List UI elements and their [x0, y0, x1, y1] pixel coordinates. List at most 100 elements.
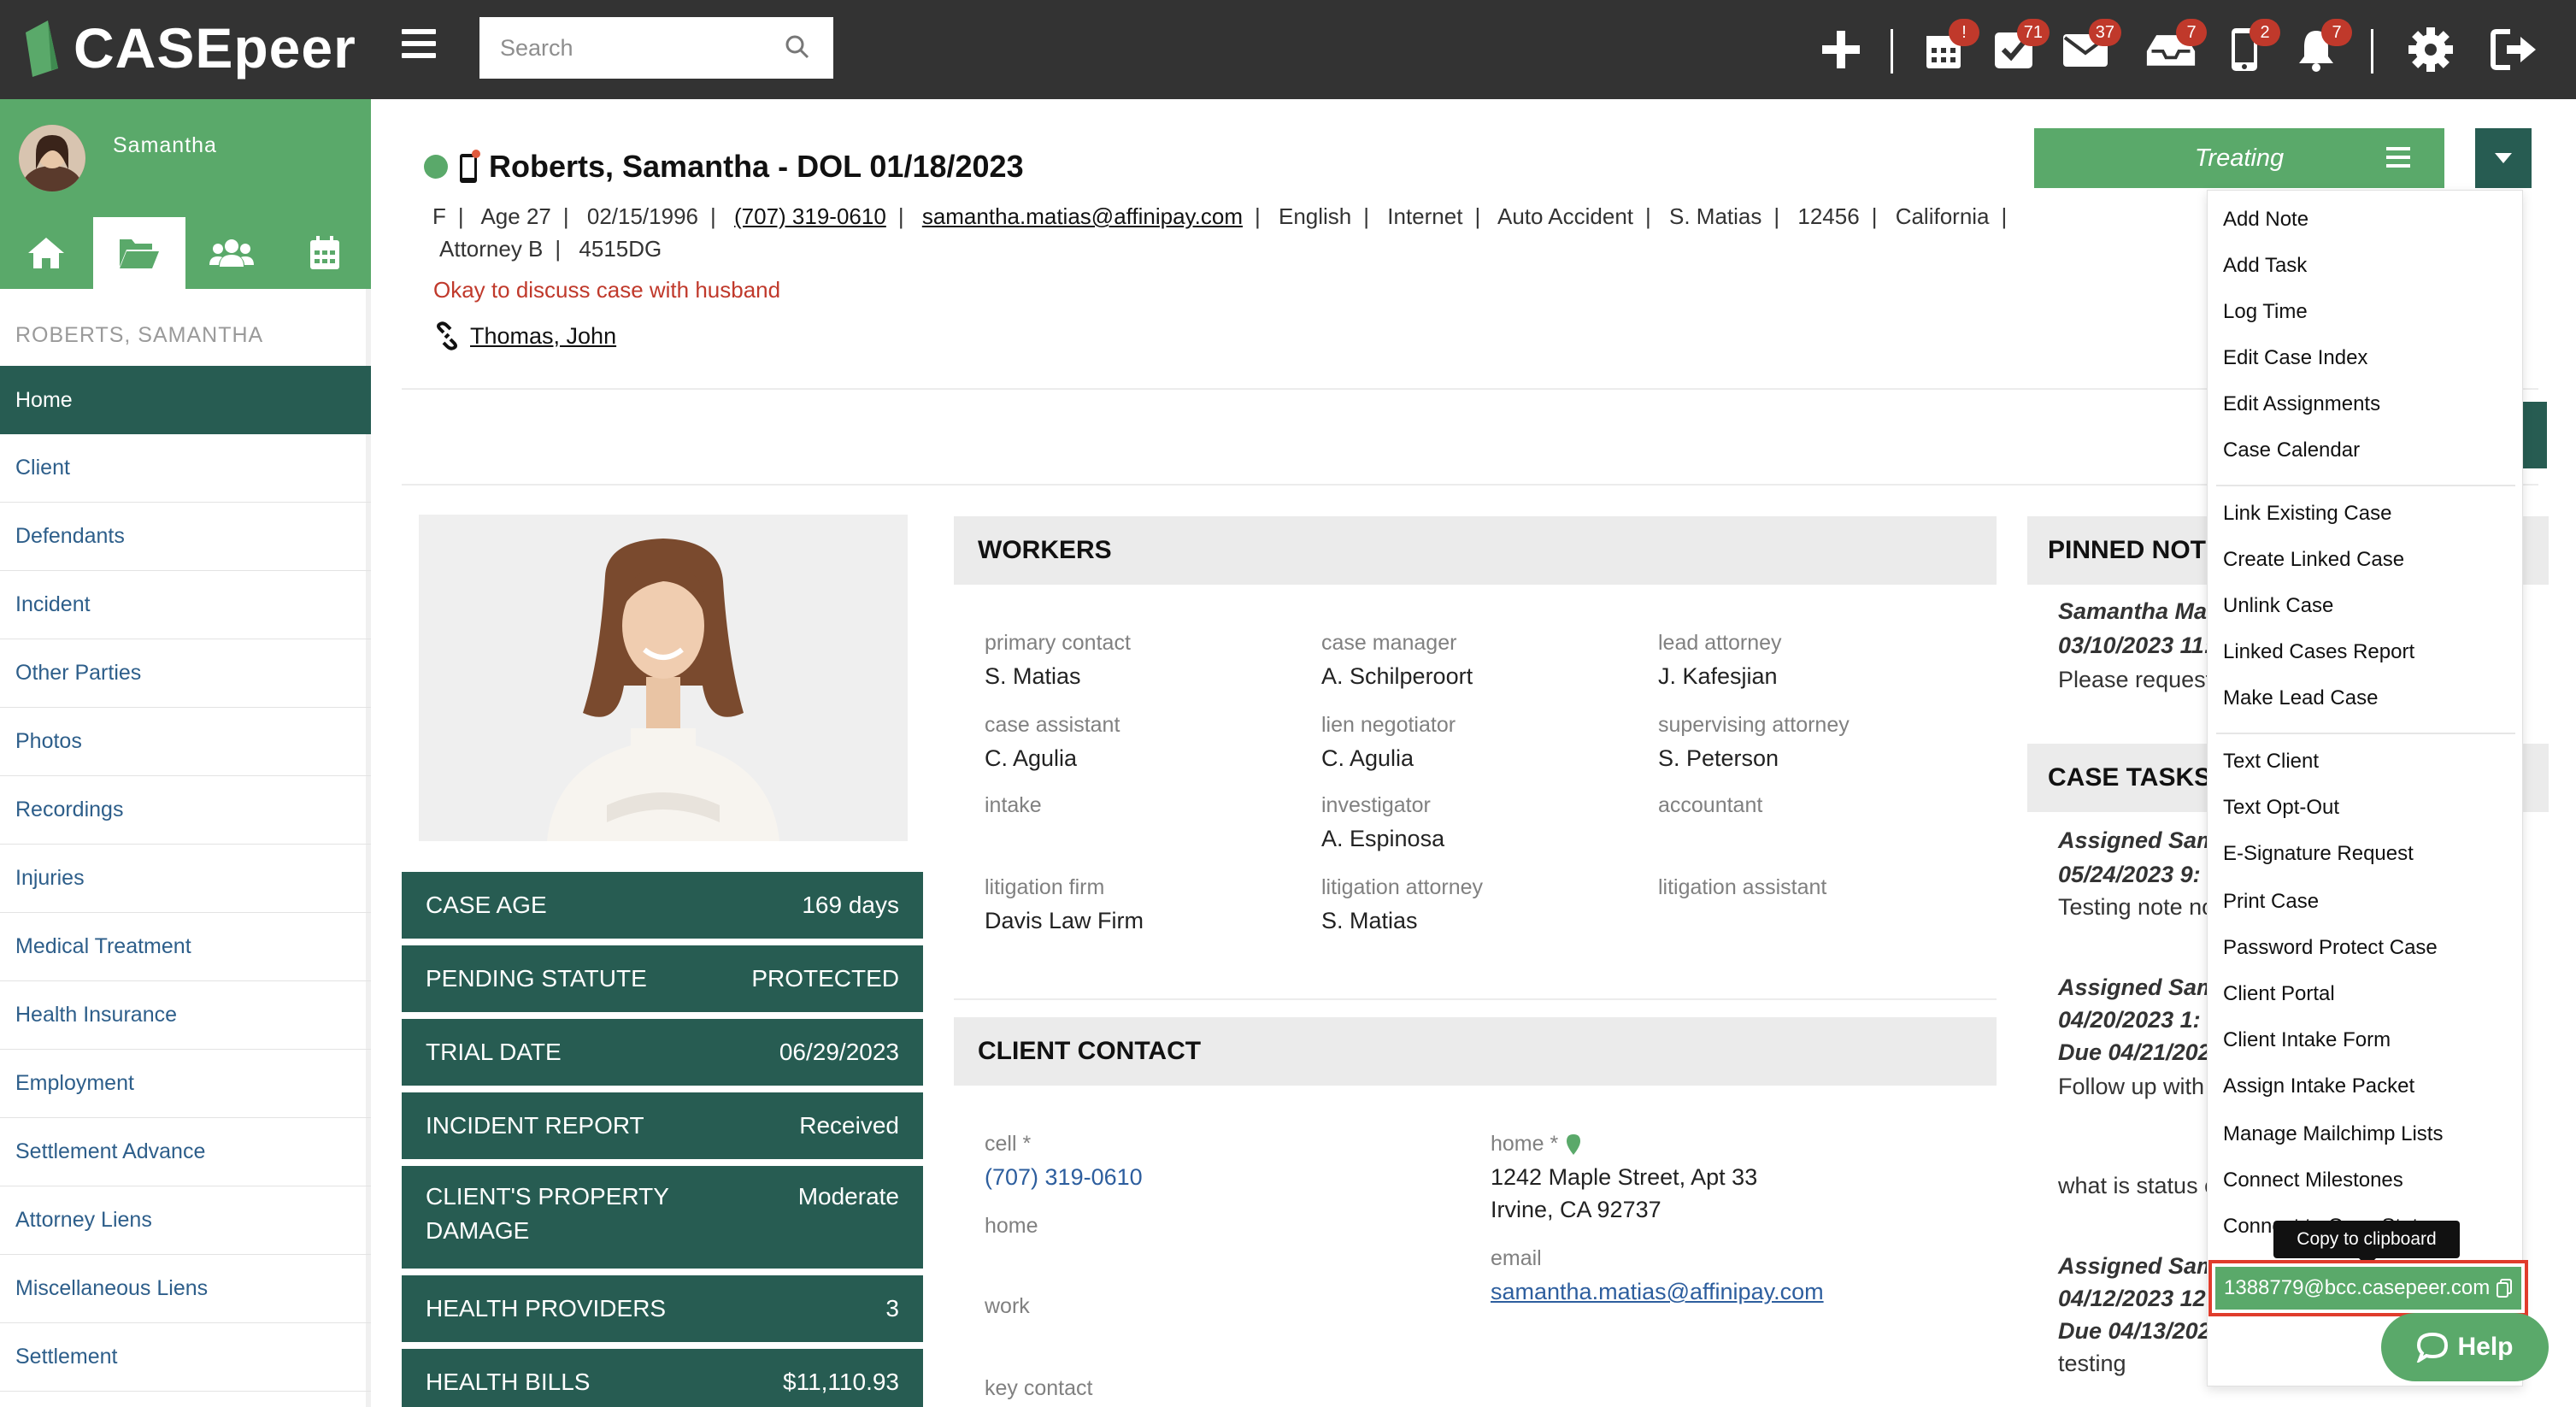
address-line-1: 1242 Maple Street, Apt 33: [1491, 1164, 1758, 1190]
collapsed-button[interactable]: [2521, 402, 2547, 468]
field-value: S. Matias: [1321, 908, 1418, 933]
menu-item-assign-intake-packet[interactable]: Assign Intake Packet: [2223, 1074, 2414, 1098]
case-email-address: 1388779@bcc.casepeer.com: [2224, 1276, 2491, 1299]
map-pin-icon[interactable]: [1565, 1133, 1582, 1157]
sidebar-item-employment[interactable]: Employment: [0, 1050, 371, 1118]
actions-dropdown-toggle[interactable]: [2475, 128, 2532, 188]
home-address-label-row: home *: [1491, 1132, 1582, 1157]
menu-item-print-case[interactable]: Print Case: [2223, 890, 2319, 914]
inbox-icon[interactable]: 7: [2145, 19, 2207, 75]
task-text: Follow up with: [2058, 1074, 2205, 1099]
field-label: litigation firm: [985, 875, 1105, 899]
help-label: Help: [2457, 1333, 2514, 1361]
case-title-row: Roberts, Samantha - DOL 01/18/2023: [424, 149, 1024, 185]
phone-link[interactable]: (707) 319-0610: [734, 203, 886, 229]
sidebar-item-health-insurance[interactable]: Health Insurance: [0, 981, 371, 1050]
case-email-box[interactable]: 1388779@bcc.casepeer.com: [2215, 1267, 2521, 1310]
caret-down-icon: [2495, 153, 2512, 163]
stat-label: INCIDENT REPORT: [426, 1112, 644, 1139]
text-messages-icon[interactable]: 2: [2219, 19, 2280, 75]
language: English: [1278, 203, 1352, 229]
menu-item-create-linked-case[interactable]: Create Linked Case: [2223, 548, 2404, 572]
logo-text: CASEpeer: [74, 16, 356, 79]
menu-item-e-signature-request[interactable]: E-Signature Request: [2223, 842, 2414, 866]
sidebar-item-other-parties[interactable]: Other Parties: [0, 639, 371, 708]
gear-icon[interactable]: [2405, 24, 2456, 75]
toolbar-divider: [1891, 29, 1893, 74]
menu-item-edit-case-index[interactable]: Edit Case Index: [2223, 346, 2367, 370]
sidebar-item-recordings[interactable]: Recordings: [0, 776, 371, 845]
menu-item-connect-milestones[interactable]: Connect Milestones: [2223, 1169, 2403, 1192]
sidebar-item-photos[interactable]: Photos: [0, 708, 371, 776]
menu-item-link-existing-case[interactable]: Link Existing Case: [2223, 502, 2391, 526]
sidebar-item-settlement-advance[interactable]: Settlement Advance: [0, 1118, 371, 1186]
avatar[interactable]: [19, 125, 85, 191]
sidebar-item-medical-treatment[interactable]: Medical Treatment: [0, 913, 371, 981]
field-label: key contact: [985, 1376, 1093, 1400]
search-input[interactable]: [479, 17, 833, 79]
menu-item-manage-mailchimp-lists[interactable]: Manage Mailchimp Lists: [2223, 1122, 2443, 1146]
menu-item-password-protect-case[interactable]: Password Protect Case: [2223, 936, 2438, 960]
email-link[interactable]: samantha.matias@affinipay.com: [922, 203, 1243, 229]
sidebar-item-home[interactable]: Home: [0, 366, 371, 434]
menu-toggle-icon[interactable]: [402, 29, 436, 63]
chat-bubble-icon: [2417, 1332, 2449, 1363]
menu-item-add-note[interactable]: Add Note: [2223, 208, 2308, 232]
source: Internet: [1387, 203, 1463, 229]
calendar-icon[interactable]: !: [1918, 19, 1979, 75]
user-name[interactable]: Samantha: [113, 133, 217, 158]
menu-item-linked-cases-report[interactable]: Linked Cases Report: [2223, 640, 2414, 664]
menu-item-unlink-case[interactable]: Unlink Case: [2223, 594, 2333, 618]
tab-contacts[interactable]: [185, 217, 279, 289]
mail-icon[interactable]: 37: [2060, 19, 2121, 75]
menu-item-client-intake-form[interactable]: Client Intake Form: [2223, 1028, 2391, 1052]
sidebar-item-injuries[interactable]: Injuries: [0, 845, 371, 913]
copy-icon[interactable]: [2496, 1278, 2513, 1298]
stat-health-providers: HEALTH PROVIDERS 3: [402, 1275, 923, 1342]
sidebar-item-incident[interactable]: Incident: [0, 571, 371, 639]
case-status-button[interactable]: Treating: [2034, 128, 2444, 188]
sidebar-item-client[interactable]: Client: [0, 434, 371, 503]
notifications-icon[interactable]: 7: [2291, 19, 2352, 75]
menu-item-text-client[interactable]: Text Client: [2223, 750, 2319, 774]
stat-pending-statute: PENDING STATUTE PROTECTED: [402, 945, 923, 1012]
sidebar-item-miscellaneous-liens[interactable]: Miscellaneous Liens: [0, 1255, 371, 1323]
tab-home[interactable]: [0, 217, 93, 289]
menu-item-text-opt-out[interactable]: Text Opt-Out: [2223, 796, 2339, 820]
logout-icon[interactable]: [2489, 24, 2540, 75]
task-assigned: Assigned Sam: [2058, 827, 2218, 853]
search-icon[interactable]: [785, 34, 810, 60]
tasks-icon[interactable]: 71: [1988, 19, 2050, 75]
client-email-link[interactable]: samantha.matias@affinipay.com: [1491, 1279, 1824, 1305]
sidebar-item-settlement[interactable]: Settlement: [0, 1323, 371, 1392]
linked-contact-link[interactable]: Thomas, John: [470, 323, 616, 350]
tab-cases[interactable]: [92, 217, 185, 289]
menu-item-edit-assignments[interactable]: Edit Assignments: [2223, 392, 2380, 416]
list-icon: [2386, 147, 2410, 173]
stat-value: $11,110.93: [783, 1369, 899, 1395]
menu-item-make-lead-case[interactable]: Make Lead Case: [2223, 686, 2378, 710]
field-label: lien negotiator: [1321, 713, 1456, 737]
client-photo[interactable]: [419, 515, 908, 841]
sidebar-item-attorney-liens[interactable]: Attorney Liens: [0, 1186, 371, 1255]
stat-incident-report: INCIDENT REPORT Received: [402, 1092, 923, 1159]
tab-calendar[interactable]: [279, 217, 372, 289]
menu-item-client-portal[interactable]: Client Portal: [2223, 982, 2335, 1006]
menu-item-case-calendar[interactable]: Case Calendar: [2223, 439, 2360, 462]
casepeer-logo[interactable]: CASEpeer: [22, 12, 356, 84]
stat-value: PROTECTED: [751, 965, 899, 992]
stat-label: HEALTH BILLS: [426, 1369, 591, 1395]
workers-header: WORKERS: [954, 516, 1997, 585]
link-icon: [437, 321, 457, 350]
menu-item-log-time[interactable]: Log Time: [2223, 300, 2308, 324]
cell-phone-link[interactable]: (707) 319-0610: [985, 1164, 1143, 1191]
task-assigned: Assigned Sam: [2058, 1253, 2218, 1279]
sidebar-item-defendants[interactable]: Defendants: [0, 503, 371, 571]
texts-badge: 2: [2250, 19, 2280, 46]
help-button[interactable]: Help: [2381, 1313, 2549, 1381]
add-icon[interactable]: [1815, 24, 1867, 75]
case-email-copy-button[interactable]: 1388779@bcc.casepeer.com: [2208, 1260, 2528, 1316]
menu-item-add-task[interactable]: Add Task: [2223, 254, 2307, 278]
stat-property-damage: CLIENT'S PROPERTY DAMAGE Moderate: [402, 1166, 923, 1269]
inbox-badge: 7: [2176, 19, 2207, 46]
